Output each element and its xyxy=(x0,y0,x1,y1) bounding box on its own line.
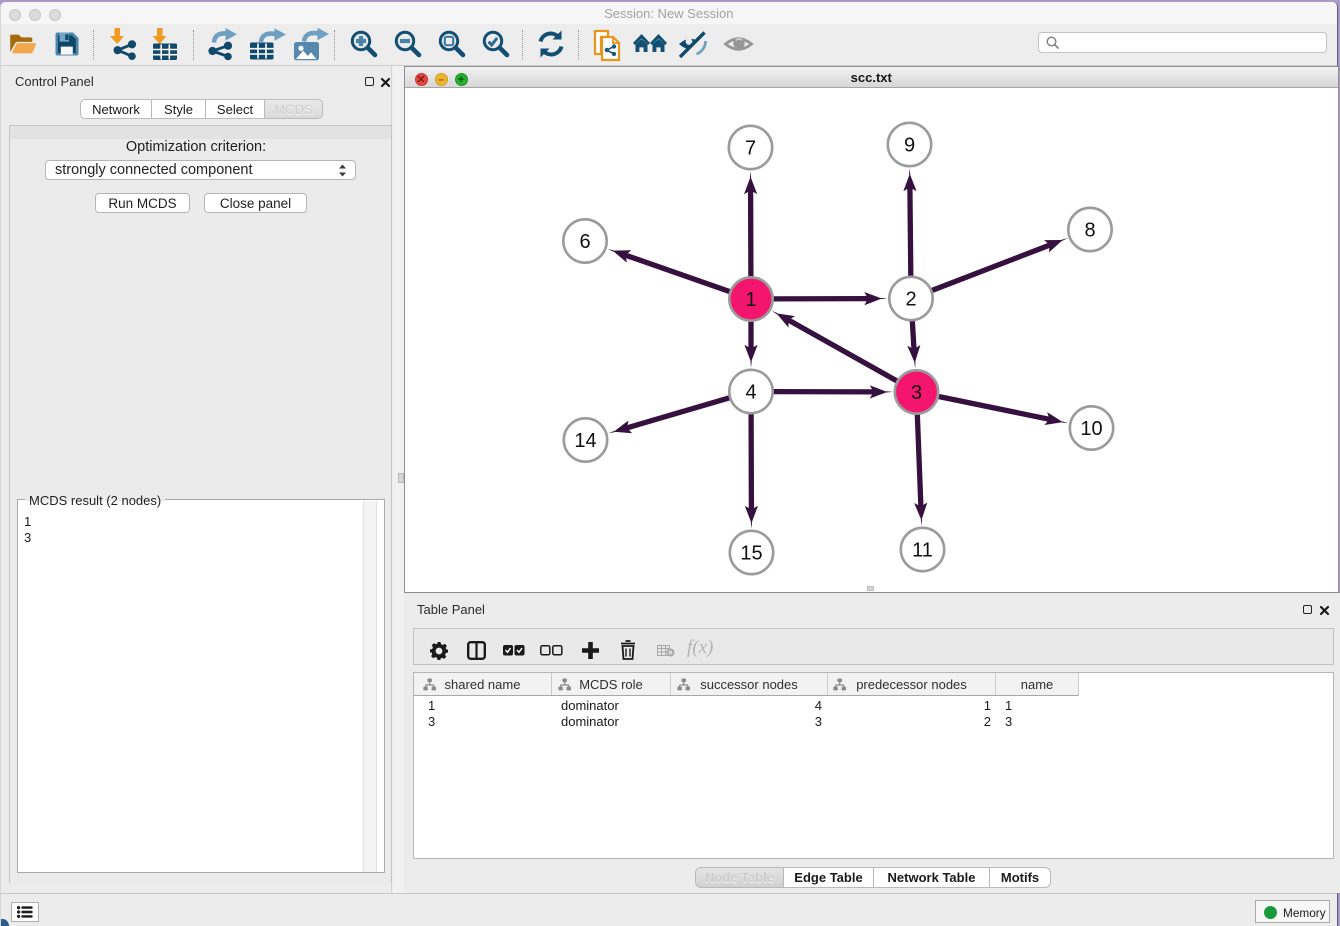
svg-text:10: 10 xyxy=(1080,418,1102,440)
svg-text:15: 15 xyxy=(740,543,762,565)
svg-text:8: 8 xyxy=(1084,220,1095,242)
svg-text:7: 7 xyxy=(745,138,756,160)
svg-text:4: 4 xyxy=(745,382,756,404)
svg-text:2: 2 xyxy=(905,289,916,311)
svg-text:6: 6 xyxy=(579,231,590,253)
svg-text:9: 9 xyxy=(904,135,915,157)
svg-text:1: 1 xyxy=(745,289,756,311)
svg-text:11: 11 xyxy=(912,540,933,562)
svg-text:14: 14 xyxy=(574,430,596,452)
svg-text:3: 3 xyxy=(911,382,922,404)
